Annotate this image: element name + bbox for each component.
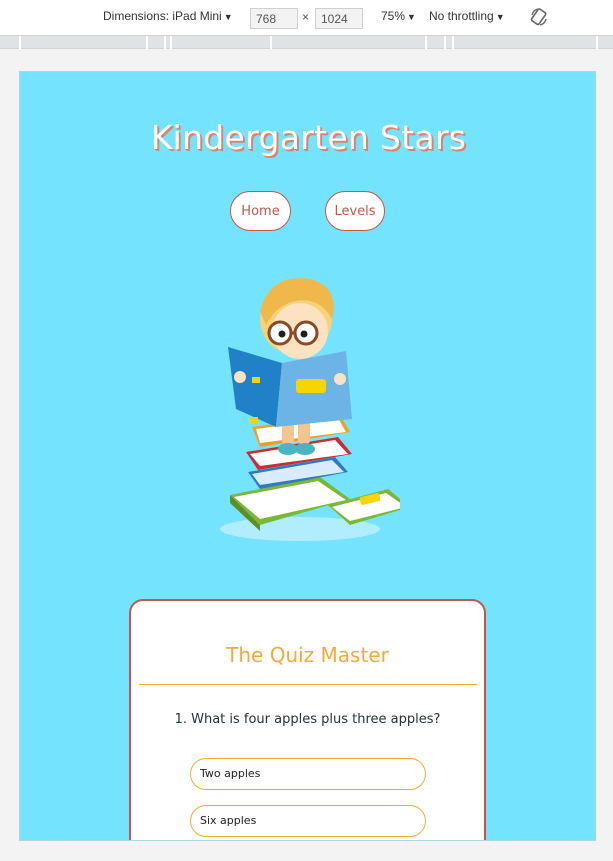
dimensions-label: Dimensions: iPad Mini bbox=[103, 9, 222, 23]
zoom-dropdown[interactable]: 75% ▼ bbox=[381, 9, 416, 23]
quiz-divider bbox=[139, 684, 477, 685]
nav-levels-button[interactable]: Levels bbox=[325, 191, 385, 231]
device-toolbar: Dimensions: iPad Mini ▼ 768 × 1024 75% ▼ N… bbox=[0, 0, 613, 35]
rotate-icon[interactable] bbox=[529, 7, 549, 27]
answer-option[interactable]: Six apples bbox=[190, 805, 426, 837]
site-title: Kindergarten Stars bbox=[150, 118, 467, 157]
throttling-label: No throttling bbox=[429, 9, 494, 23]
caret-down-icon: ▼ bbox=[495, 12, 505, 22]
height-input[interactable]: 1024 bbox=[315, 8, 363, 29]
zoom-label: 75% bbox=[381, 9, 406, 23]
quiz-question: 1. What is four apples plus three apples… bbox=[174, 712, 441, 727]
throttling-dropdown[interactable]: No throttling ▼ bbox=[429, 9, 505, 23]
caret-down-icon: ▼ bbox=[223, 12, 233, 22]
media-query-ruler[interactable] bbox=[0, 35, 613, 50]
width-input[interactable]: 768 bbox=[250, 8, 298, 29]
times-sign: × bbox=[302, 10, 310, 24]
boy-reading-illustration bbox=[220, 278, 400, 541]
dimensions-dropdown[interactable]: Dimensions: iPad Mini ▼ bbox=[103, 9, 233, 23]
answer-option[interactable]: Two apples bbox=[190, 758, 426, 790]
quiz-title: The Quiz Master bbox=[226, 643, 389, 667]
page-viewport: Kindergarten Stars Home Levels The Quiz … bbox=[19, 71, 596, 841]
quiz-card: The Quiz Master 1. What is four apples p… bbox=[129, 599, 486, 840]
caret-down-icon: ▼ bbox=[407, 12, 416, 22]
nav-home-button[interactable]: Home bbox=[230, 191, 291, 231]
